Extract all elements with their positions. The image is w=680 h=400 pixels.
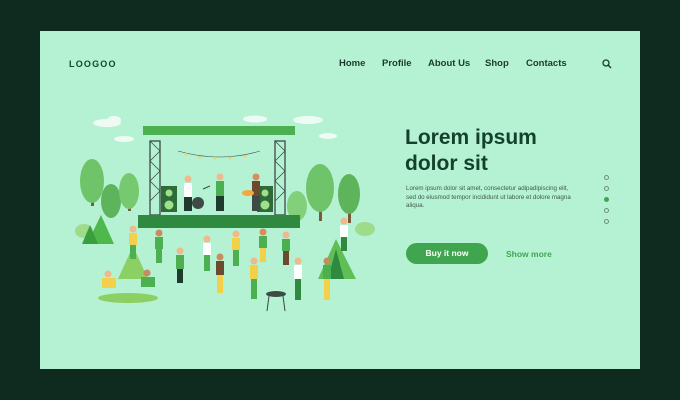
hero-title-line1: Lorem ipsum [405,126,537,149]
nav-about-us[interactable]: About Us [428,58,470,69]
festival-illustration [75,115,375,312]
pagination-dot-active[interactable] [604,197,609,202]
main-nav: Home Profile About Us Shop Contacts [40,58,640,72]
hero-title-line2: dolor sit [405,152,488,175]
show-more-button[interactable]: Show more [506,249,552,259]
pagination-dot[interactable] [604,175,609,180]
hero-title: Lorem ipsum dolor sit [405,125,625,177]
nav-profile[interactable]: Profile [382,58,412,69]
landing-page: LOOGOO Home Profile About Us Shop Contac… [40,31,640,369]
search-icon[interactable] [602,59,612,69]
band-illustration [184,173,260,211]
pagination-dot[interactable] [604,219,609,224]
nav-home[interactable]: Home [339,58,365,69]
nav-shop[interactable]: Shop [485,58,509,69]
pagination-dot[interactable] [604,208,609,213]
hero-description: Lorem ipsum dolor sit amet, consectetur … [406,185,571,210]
buy-it-now-button[interactable]: Buy it now [406,243,488,264]
pagination-dot[interactable] [604,186,609,191]
nav-contacts[interactable]: Contacts [526,58,567,69]
